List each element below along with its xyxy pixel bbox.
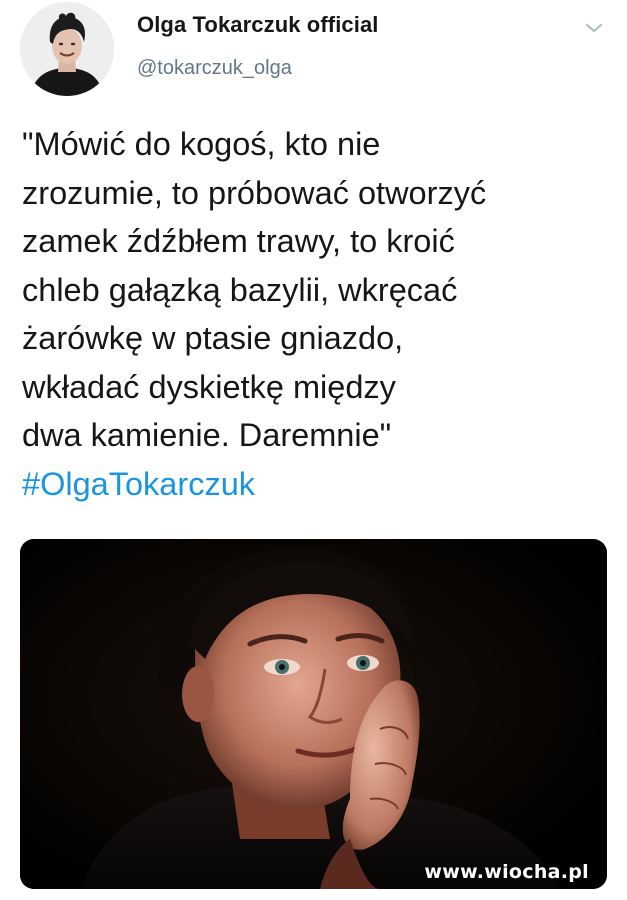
tweet-text-line: "Mówić do kogoś, kto nie (22, 126, 381, 162)
tweet-text-line: dwa kamienie. Daremnie" (22, 417, 392, 453)
chevron-down-icon[interactable] (582, 16, 606, 40)
tweet-text-line: zamek źdźbłem trawy, to kroić (22, 223, 455, 259)
hashtag-link[interactable]: #OlgaTokarczuk (22, 460, 255, 508)
author-display-name[interactable]: Olga Tokarczuk official (137, 12, 379, 38)
tweet-card: Olga Tokarczuk official @tokarczuk_olga … (0, 0, 627, 900)
watermark-text: www.wiocha.pl (424, 861, 589, 883)
tweet-text-line: wkładać dyskietkę między (22, 368, 396, 405)
tweet-media-photo[interactable]: www.wiocha.pl (20, 539, 607, 889)
tweet-text-line: chleb gałązką bazylii, wkręcać (22, 271, 458, 308)
tweet-text: "Mówić do kogoś, kto nie zrozumie, to pr… (22, 120, 612, 460)
tweet-text-line: zrozumie, to próbować otworzyć (22, 174, 487, 211)
tweet-text-line: żarówkę w ptasie gniazdo, (22, 320, 404, 356)
portrait-photo-image (20, 539, 607, 889)
avatar-photo-icon (20, 2, 114, 96)
author-avatar[interactable] (20, 2, 114, 96)
author-handle[interactable]: @tokarczuk_olga (137, 57, 292, 80)
